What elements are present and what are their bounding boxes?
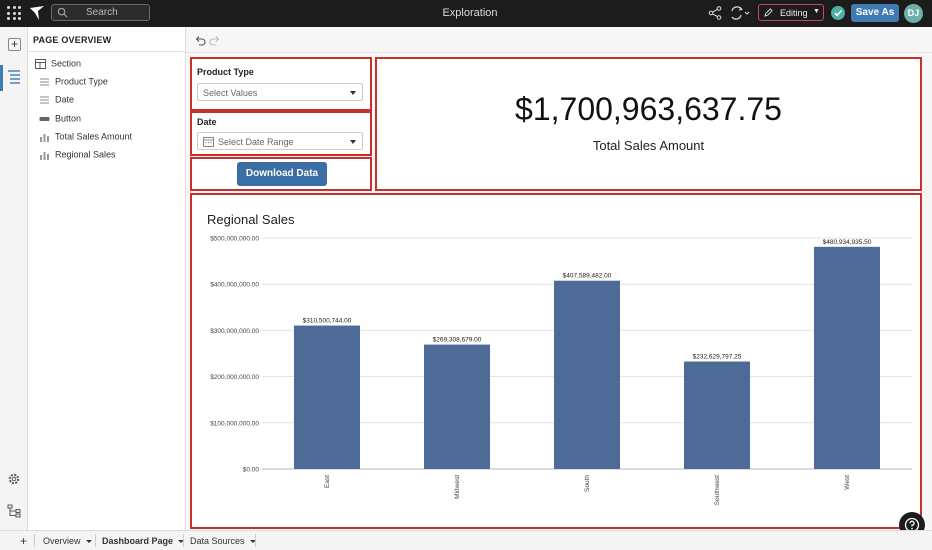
outline-item-label: Regional Sales: [55, 149, 116, 160]
outline-item-button[interactable]: Button: [39, 113, 81, 127]
page-overview-icon[interactable]: [6, 67, 22, 89]
chevron-down-icon: ▼: [813, 8, 820, 15]
outline-item-product-type[interactable]: Product Type: [39, 76, 108, 90]
data-label: $269,308,679.00: [433, 337, 482, 344]
gear-icon[interactable]: [7, 472, 21, 486]
chevron-down-icon: [350, 140, 356, 144]
data-label: $232,629,797.25: [693, 354, 742, 361]
kpi-label: Total Sales Amount: [592, 138, 705, 153]
divider: [34, 534, 35, 547]
tab-label: Data Sources: [190, 536, 245, 546]
pencil-icon: [764, 8, 773, 17]
add-element-button[interactable]: +: [8, 38, 21, 51]
search-placeholder: Search: [86, 7, 118, 18]
date-label: Date: [197, 117, 217, 127]
top-bar: Search Exploration Editing ▼ Save As DJ: [0, 0, 932, 27]
outline-item-total-sales-amount[interactable]: Total Sales Amount: [39, 131, 132, 145]
swap-version-icon[interactable]: [730, 6, 750, 20]
x-tick-label: South: [584, 475, 591, 492]
divider: [183, 534, 184, 547]
list-control-icon: [40, 96, 49, 104]
tab-label: Dashboard Page: [102, 536, 174, 546]
kpi-total-sales: $1,700,963,637.75 Total Sales Amount: [375, 57, 922, 191]
y-tick-label: $0.00: [243, 467, 260, 474]
y-tick-label: $300,000,000.00: [210, 328, 259, 335]
bar-midwest: [424, 344, 490, 469]
logo-icon[interactable]: [29, 5, 45, 21]
chevron-down-icon[interactable]: [85, 540, 92, 544]
data-lineage-icon[interactable]: [7, 504, 21, 518]
divider: [28, 51, 186, 52]
save-as-button[interactable]: Save As: [851, 4, 899, 22]
outline-item-label: Product Type: [55, 76, 108, 87]
kpi-value: $1,700,963,637.75: [515, 91, 782, 127]
y-tick-label: $100,000,000.00: [210, 420, 259, 427]
divider: [186, 52, 932, 53]
data-label: $480,934,935.50: [823, 239, 872, 246]
x-tick-label: Midwest: [454, 475, 461, 499]
divider: [255, 534, 256, 547]
product-type-select[interactable]: Select Values: [197, 83, 363, 101]
avatar[interactable]: DJ: [904, 4, 923, 23]
bar-west: [814, 246, 880, 469]
outline-item-label: Date: [55, 94, 75, 105]
chart-icon: [40, 151, 49, 160]
date-range-select[interactable]: Select Date Range: [197, 132, 363, 150]
left-rail: +: [0, 27, 28, 530]
section-icon: [35, 58, 46, 69]
bar-southwest: [684, 361, 750, 469]
undo-icon[interactable]: [194, 34, 206, 46]
app-grid-icon[interactable]: [6, 5, 22, 21]
chart-icon: [40, 133, 49, 142]
tab-label: Overview: [43, 536, 81, 546]
published-status-icon: [831, 6, 845, 20]
x-tick-label: East: [324, 475, 331, 488]
share-icon[interactable]: [708, 6, 722, 20]
rail-active-indicator: [0, 65, 3, 91]
select-placeholder: Select Date Range: [218, 137, 294, 147]
search-input[interactable]: Search: [51, 4, 150, 21]
add-page-icon[interactable]: +: [20, 534, 27, 548]
bar-south: [554, 280, 620, 469]
product-type-label: Product Type: [197, 67, 254, 77]
y-tick-label: $500,000,000.00: [210, 236, 259, 243]
page-title: Exploration: [442, 7, 498, 19]
y-tick-label: $400,000,000.00: [210, 282, 259, 289]
chevron-down-icon: [350, 91, 356, 95]
page-tabs-bar: + Overview Dashboard Page Data Sources: [0, 530, 932, 550]
outline-item-date[interactable]: Date: [39, 94, 74, 108]
tab-dashboard-page[interactable]: Dashboard Page: [102, 536, 185, 546]
bar-chart: $0.00 $100,000,000.00 $200,000,000.00 $300,…: [210, 236, 912, 506]
redo-icon[interactable]: [209, 34, 221, 46]
page-overview-panel: PAGE OVERVIEW Section Product Type Date …: [28, 27, 186, 530]
editing-label: Editing: [780, 8, 808, 18]
button-icon: [39, 116, 50, 121]
outline-item-label: Section: [51, 58, 82, 69]
x-tick-label: Southwest: [714, 475, 721, 506]
list-control-icon: [40, 78, 49, 86]
select-placeholder: Select Values: [203, 88, 258, 98]
tab-data-sources[interactable]: Data Sources: [190, 536, 256, 546]
download-data-button[interactable]: Download Data: [237, 162, 327, 186]
bar-east: [294, 325, 360, 469]
outline-item-label: Total Sales Amount: [55, 131, 133, 142]
outline-item-section[interactable]: Section: [35, 58, 81, 72]
calendar-icon: [203, 137, 214, 147]
outline-item-label: Button: [55, 113, 82, 124]
search-icon: [57, 7, 68, 18]
editing-mode-dropdown[interactable]: Editing ▼: [758, 4, 824, 21]
data-label: $310,500,744.00: [303, 318, 352, 325]
dashboard-canvas: Product Type Select Values Date Select D…: [186, 27, 932, 530]
download-button-container: Download Data: [190, 157, 372, 191]
date-control: Date Select Date Range: [190, 111, 372, 156]
tab-overview[interactable]: Overview: [43, 536, 92, 546]
x-tick-label: West: [844, 475, 851, 490]
product-type-control: Product Type Select Values: [190, 57, 372, 111]
data-label: $407,589,482.00: [563, 273, 612, 280]
outline-item-regional-sales[interactable]: Regional Sales: [39, 149, 116, 163]
regional-sales-chart: Regional Sales $0.00 $100,000,000.00 $200,…: [190, 193, 922, 529]
divider: [95, 534, 96, 547]
y-tick-label: $200,000,000.00: [210, 374, 259, 381]
panel-title: PAGE OVERVIEW: [33, 35, 112, 45]
